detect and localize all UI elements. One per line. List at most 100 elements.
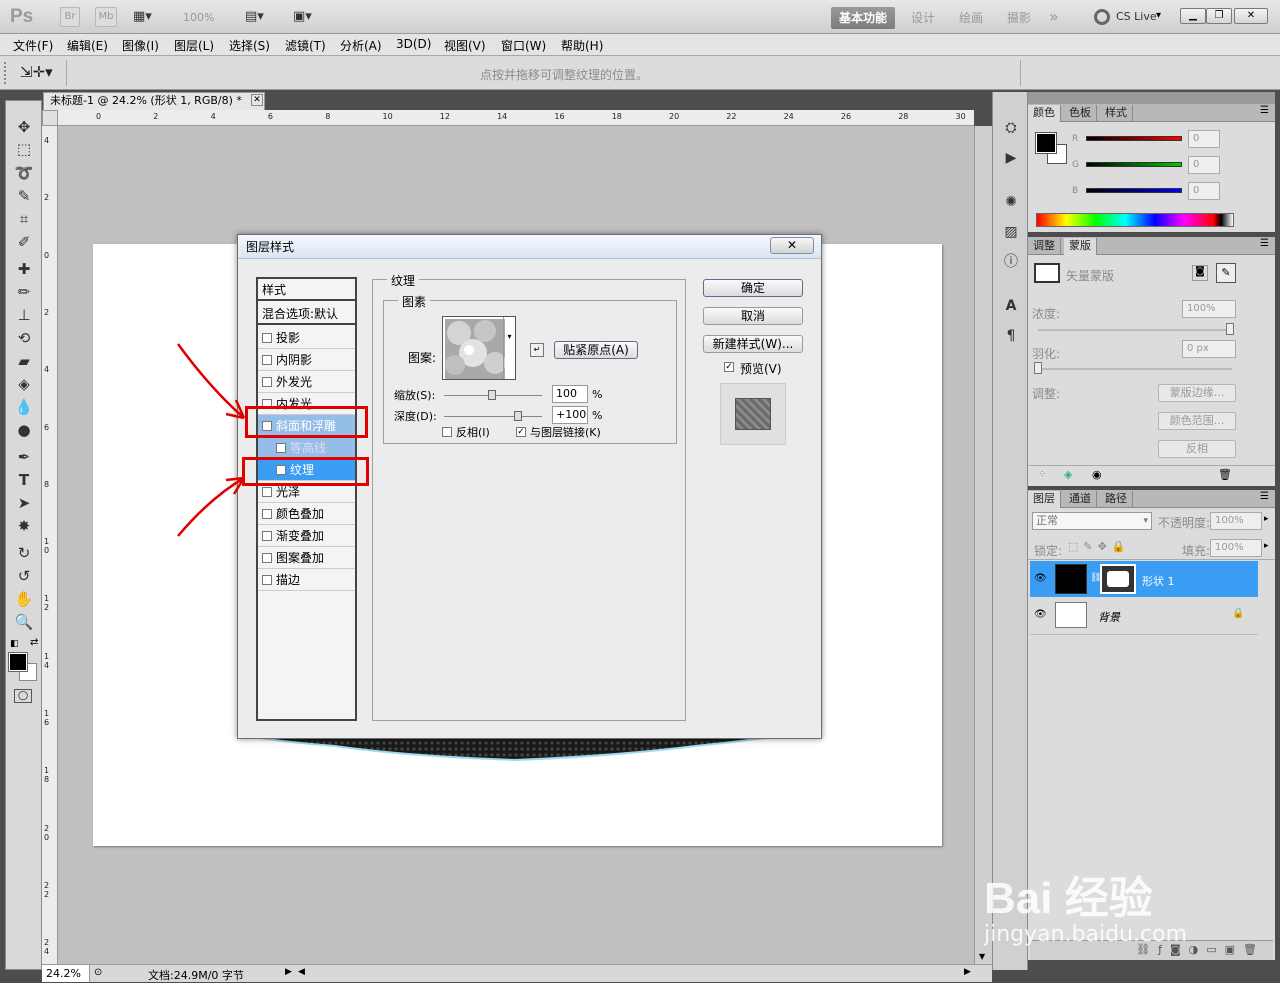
swap-colors-icon[interactable]: ⇄ bbox=[30, 637, 38, 648]
character-panel-icon[interactable]: A bbox=[1001, 296, 1021, 316]
menu-3d[interactable]: 3D(D) bbox=[396, 37, 431, 51]
channel-g-slider[interactable] bbox=[1086, 162, 1182, 167]
style-item-checkbox[interactable] bbox=[262, 509, 272, 519]
toggle-mask-visibility-icon[interactable]: ◉ bbox=[1092, 468, 1102, 481]
ruler-origin[interactable] bbox=[42, 110, 58, 126]
path-selection-tool-icon[interactable]: ➤ bbox=[13, 493, 35, 513]
new-style-button[interactable]: 新建样式(W)... bbox=[703, 335, 803, 353]
lasso-tool-icon[interactable]: ➰ bbox=[13, 163, 35, 183]
custom-shape-tool-icon[interactable]: ✸ bbox=[13, 516, 35, 536]
load-selection-icon[interactable]: ⁘ bbox=[1038, 469, 1046, 480]
history-panel-icon[interactable]: ⛭ bbox=[1001, 118, 1021, 138]
view-extras-icon[interactable]: ▦▾ bbox=[133, 9, 163, 25]
style-item-5[interactable]: 等高线 bbox=[258, 437, 355, 459]
document-tab[interactable]: 未标题-1 @ 24.2% (形状 1, RGB/8) * ✕ bbox=[43, 92, 265, 110]
vertical-scrollbar[interactable]: ▼ bbox=[974, 126, 992, 964]
preview-checkbox[interactable]: ✓ bbox=[724, 362, 734, 372]
opacity-value[interactable]: 100% bbox=[1210, 512, 1262, 530]
menu-edit[interactable]: 编辑(E) bbox=[67, 37, 108, 54]
layer-row-background[interactable]: 👁 背景 🔒 bbox=[1030, 599, 1258, 635]
arrange-documents-icon[interactable]: ▤▾ bbox=[245, 9, 264, 24]
depth-input[interactable]: +100 bbox=[552, 406, 588, 424]
workspace-photography[interactable]: 摄影 bbox=[996, 7, 1042, 29]
pen-tool-icon[interactable]: ✒ bbox=[13, 447, 35, 467]
workspace-design[interactable]: 设计 bbox=[900, 7, 946, 29]
tab-paths[interactable]: 路径 bbox=[1100, 491, 1133, 508]
channel-r-value[interactable]: 0 bbox=[1188, 130, 1220, 148]
panel-menu-icon[interactable]: ☰ bbox=[1260, 105, 1269, 116]
depth-slider-thumb[interactable] bbox=[514, 411, 522, 421]
tab-channels[interactable]: 通道 bbox=[1064, 491, 1097, 508]
foreground-color-swatch[interactable] bbox=[8, 652, 28, 672]
channel-g-value[interactable]: 0 bbox=[1188, 156, 1220, 174]
style-item-checkbox[interactable] bbox=[262, 333, 272, 343]
feather-slider[interactable] bbox=[1038, 368, 1232, 370]
invert-checkbox[interactable] bbox=[442, 427, 452, 437]
crop-tool-icon[interactable]: ⌗ bbox=[13, 209, 35, 229]
cancel-button[interactable]: 取消 bbox=[703, 307, 803, 325]
zoom-field[interactable]: 24.2% bbox=[42, 965, 90, 982]
brush-tool-icon[interactable]: ✏ bbox=[13, 282, 35, 302]
close-document-icon[interactable]: ✕ bbox=[251, 94, 263, 106]
paint-bucket-tool-icon[interactable]: ◈ bbox=[13, 374, 35, 394]
history-brush-tool-icon[interactable]: ⟲ bbox=[13, 328, 35, 348]
channel-b-value[interactable]: 0 bbox=[1188, 182, 1220, 200]
eyedropper-tool-icon[interactable]: ✐ bbox=[13, 232, 35, 252]
restore-button[interactable]: ❐ bbox=[1206, 8, 1232, 24]
style-item-checkbox[interactable] bbox=[262, 531, 272, 541]
dialog-close-button[interactable]: ✕ bbox=[770, 237, 814, 254]
color-spectrum-ramp[interactable] bbox=[1036, 213, 1234, 227]
channel-r-slider[interactable] bbox=[1086, 136, 1182, 141]
channel-b-slider[interactable] bbox=[1086, 188, 1182, 193]
scale-slider-thumb[interactable] bbox=[488, 390, 496, 400]
select-vector-mask-icon[interactable]: ✎ bbox=[1216, 263, 1236, 283]
tab-layers[interactable]: 图层 bbox=[1028, 491, 1061, 508]
style-item-8[interactable]: 颜色叠加 bbox=[258, 503, 355, 525]
healing-brush-tool-icon[interactable]: ✚ bbox=[13, 259, 35, 279]
menu-layer[interactable]: 图层(L) bbox=[174, 37, 214, 54]
menu-select[interactable]: 选择(S) bbox=[229, 37, 270, 54]
feather-value[interactable]: 0 px bbox=[1182, 340, 1236, 358]
scroll-down-arrow[interactable]: ▼ bbox=[979, 952, 985, 961]
default-colors-icon[interactable]: ◧ bbox=[10, 639, 19, 649]
style-item-checkbox[interactable] bbox=[262, 575, 272, 585]
density-slider-thumb[interactable] bbox=[1226, 323, 1234, 335]
quick-mask-icon[interactable]: ◯ bbox=[14, 689, 32, 703]
style-item-checkbox[interactable] bbox=[276, 443, 286, 453]
tab-masks[interactable]: 蒙版 bbox=[1064, 238, 1097, 255]
close-window-button[interactable]: ✕ bbox=[1234, 8, 1268, 24]
mini-bridge-button[interactable]: Mb bbox=[95, 7, 117, 27]
3d-orbit-tool-icon[interactable]: ↺ bbox=[13, 566, 35, 586]
style-item-0[interactable]: 投影 bbox=[258, 327, 355, 349]
brushes-panel-icon[interactable]: ▨ bbox=[1001, 222, 1021, 242]
layer-row-shape1[interactable]: 👁 ⛓ 形状 1 bbox=[1030, 561, 1258, 597]
pattern-dropdown-chevron-icon[interactable]: ▾ bbox=[503, 317, 515, 379]
invert-mask-button[interactable]: 反相 bbox=[1158, 440, 1236, 458]
hand-tool-icon[interactable]: ✋ bbox=[13, 589, 35, 609]
style-item-checkbox[interactable] bbox=[262, 553, 272, 563]
masks-panel-menu-icon[interactable]: ☰ bbox=[1260, 238, 1269, 249]
paragraph-panel-icon[interactable]: ¶ bbox=[1001, 326, 1021, 346]
menu-filter[interactable]: 滤镜(T) bbox=[285, 37, 326, 54]
snap-to-origin-button[interactable]: 贴紧原点(A) bbox=[554, 341, 638, 359]
style-item-checkbox[interactable] bbox=[262, 355, 272, 365]
minimize-button[interactable]: ▁ bbox=[1180, 8, 1206, 24]
info-panel-icon[interactable]: ⓘ bbox=[1001, 252, 1021, 272]
3d-rotate-tool-icon[interactable]: ↻ bbox=[13, 543, 35, 563]
blending-options-item[interactable]: 混合选项:默认 bbox=[258, 303, 355, 325]
scale-input[interactable]: 100 bbox=[552, 385, 588, 403]
style-item-10[interactable]: 图案叠加 bbox=[258, 547, 355, 569]
style-item-checkbox[interactable] bbox=[262, 377, 272, 387]
menu-file[interactable]: 文件(F) bbox=[13, 37, 53, 54]
fill-value[interactable]: 100% bbox=[1210, 539, 1262, 557]
link-with-layer-checkbox[interactable]: ✓ bbox=[516, 427, 526, 437]
clone-stamp-tool-icon[interactable]: ⊥ bbox=[13, 305, 35, 325]
menu-help[interactable]: 帮助(H) bbox=[561, 37, 603, 54]
lock-icons[interactable]: ⬚✎✥🔒 bbox=[1068, 540, 1131, 553]
cs-live-chevron-icon[interactable]: ▾ bbox=[1156, 10, 1161, 21]
bridge-button[interactable]: Br bbox=[60, 7, 80, 27]
workspace-essentials[interactable]: 基本功能 bbox=[831, 7, 895, 29]
ok-button[interactable]: 确定 bbox=[703, 279, 803, 297]
scroll-left-arrow[interactable]: ◀ bbox=[298, 967, 305, 977]
menu-window[interactable]: 窗口(W) bbox=[501, 37, 546, 54]
